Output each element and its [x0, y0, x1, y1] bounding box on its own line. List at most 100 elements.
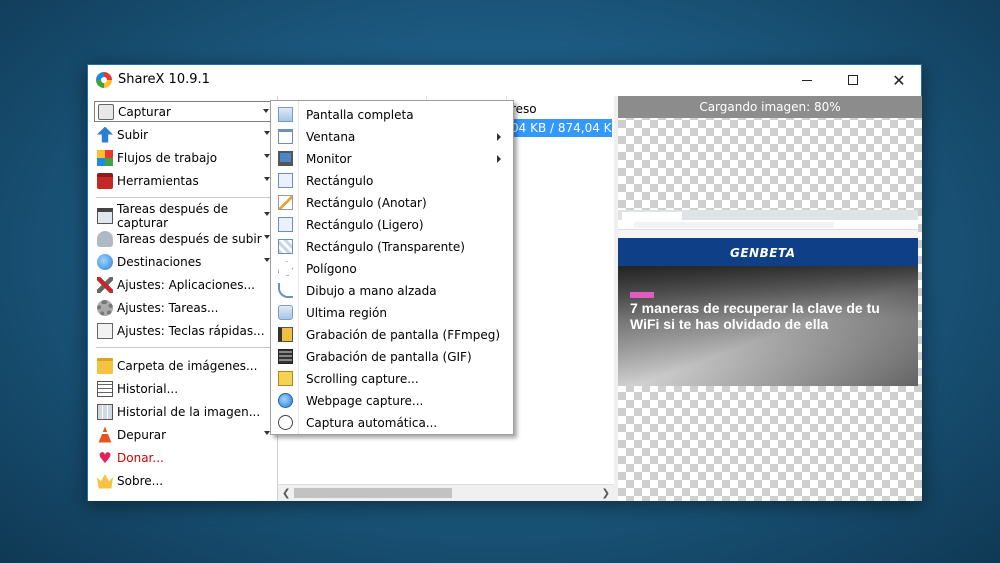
- submenu-item-mano-alzada[interactable]: Dibujo a mano alzada: [273, 280, 513, 302]
- after-capture-icon: [97, 207, 113, 224]
- column-header-progress[interactable]: reso: [511, 102, 537, 116]
- menu-item-depurar[interactable]: Depurar: [94, 424, 272, 445]
- crown-icon: [97, 474, 113, 489]
- site-logo: GENBETA: [730, 246, 796, 260]
- menu-item-sobre[interactable]: Sobre...: [94, 470, 272, 491]
- maximize-icon: [848, 75, 858, 85]
- menu-item-label: Ajustes: Tareas...: [117, 300, 219, 315]
- freehand-icon: [278, 283, 293, 298]
- submenu-item-label: Dibujo a mano alzada: [306, 284, 437, 298]
- main-menu: Capturar Subir Flujos de trabajo Herrami…: [88, 96, 278, 501]
- tools-settings-icon: [97, 276, 113, 293]
- submenu-item-rectangulo[interactable]: Rectángulo: [273, 170, 513, 192]
- menu-separator: [96, 347, 272, 348]
- upload-arrow-icon: [97, 126, 113, 143]
- fullscreen-icon: [278, 107, 293, 122]
- rectangle-transparent-icon: [278, 239, 293, 254]
- submenu-item-pantalla-completa[interactable]: Pantalla completa: [273, 104, 513, 126]
- submenu-item-ultima-region[interactable]: Ultima región: [273, 302, 513, 324]
- submenu-item-label: Ventana: [306, 130, 356, 144]
- submenu-arrow-icon: [497, 133, 501, 141]
- menu-item-tareas-subir[interactable]: Tareas después de subir: [94, 228, 272, 249]
- submenu-item-label: Rectángulo (Anotar): [306, 196, 427, 210]
- menu-item-capturar[interactable]: Capturar: [94, 101, 272, 122]
- rectangle-annotate-icon: [278, 195, 293, 210]
- folder-icon: [97, 357, 113, 374]
- submenu-item-rectangulo-anotar[interactable]: Rectángulo (Anotar): [273, 192, 513, 214]
- minimize-button[interactable]: [784, 65, 830, 95]
- submenu-item-ventana[interactable]: Ventana: [273, 126, 513, 148]
- screen-record-gif-icon: [278, 349, 293, 364]
- close-button[interactable]: ✕: [876, 65, 922, 95]
- menu-item-tareas-capturar[interactable]: Tareas después de capturar: [94, 202, 272, 230]
- menu-item-historial-imagen[interactable]: Historial de la imagen...: [94, 401, 272, 422]
- submenu-item-label: Rectángulo: [306, 174, 374, 188]
- submenu-item-label: Rectángulo (Ligero): [306, 218, 424, 232]
- submenu-item-grabacion-ffmpeg[interactable]: Grabación de pantalla (FFmpeg): [273, 324, 513, 346]
- capture-submenu: Pantalla completa Ventana Monitor Rectán…: [270, 100, 514, 435]
- browser-bookmarks-bar: [618, 230, 918, 238]
- heart-icon: ♥: [98, 448, 112, 467]
- menu-item-subir[interactable]: Subir: [94, 124, 272, 145]
- article-hero-image: 7 maneras de recuperar la clave de tu Wi…: [618, 266, 918, 386]
- url-field: [634, 222, 834, 228]
- submenu-arrow-icon: [263, 109, 269, 113]
- gear-icon: [97, 299, 113, 316]
- debug-cone-icon: [98, 426, 112, 443]
- maximize-button[interactable]: [830, 65, 876, 95]
- menu-item-label: Herramientas: [117, 173, 199, 188]
- loading-status: Cargando imagen: 80%: [618, 96, 922, 118]
- capture-icon: [98, 103, 114, 120]
- menu-item-label: Ajustes: Teclas rápidas...: [117, 323, 265, 338]
- horizontal-scrollbar[interactable]: ❮ ❯: [278, 484, 614, 501]
- submenu-item-label: Pantalla completa: [306, 108, 414, 122]
- cloud-upload-icon: [97, 230, 113, 247]
- preview-screenshot: GENBETA 7 maneras de recuperar la clave …: [618, 210, 918, 386]
- submenu-item-rectangulo-transparente[interactable]: Rectángulo (Transparente): [273, 236, 513, 258]
- browser-tab: [622, 212, 682, 220]
- menu-item-label: Historial...: [117, 381, 179, 396]
- submenu-item-label: Webpage capture...: [306, 394, 424, 408]
- category-tag: [630, 292, 654, 298]
- scroll-left-icon[interactable]: ❮: [282, 488, 290, 499]
- menu-item-donar[interactable]: ♥ Donar...: [94, 447, 272, 468]
- submenu-item-poligono[interactable]: Polígono: [273, 258, 513, 280]
- submenu-item-webpage[interactable]: Webpage capture...: [273, 390, 513, 412]
- scrollbar-thumb[interactable]: [294, 488, 452, 498]
- menu-item-destinaciones[interactable]: Destinaciones: [94, 251, 272, 272]
- keyboard-icon: [97, 322, 113, 339]
- submenu-item-monitor[interactable]: Monitor: [273, 148, 513, 170]
- menu-item-label: Subir: [117, 127, 149, 142]
- menu-item-ajustes-aplicaciones[interactable]: Ajustes: Aplicaciones...: [94, 274, 272, 295]
- menu-item-herramientas[interactable]: Herramientas: [94, 170, 272, 191]
- submenu-item-rectangulo-ligero[interactable]: Rectángulo (Ligero): [273, 214, 513, 236]
- submenu-item-label: Polígono: [306, 262, 357, 276]
- site-header: GENBETA: [618, 238, 918, 266]
- submenu-item-captura-automatica[interactable]: Captura automática...: [273, 412, 513, 434]
- browser-address-bar: [618, 220, 918, 230]
- rectangle-light-icon: [278, 217, 293, 232]
- window-icon: [278, 129, 293, 144]
- table-row[interactable]: 04 KB / 874,04 KB: [508, 119, 620, 137]
- webpage-globe-icon: [278, 393, 293, 408]
- submenu-item-label: Grabación de pantalla (FFmpeg): [306, 328, 501, 342]
- menu-item-ajustes-teclas[interactable]: Ajustes: Teclas rápidas...: [94, 320, 272, 341]
- submenu-item-grabacion-gif[interactable]: Grabación de pantalla (GIF): [273, 346, 513, 368]
- menu-item-label: Depurar: [117, 427, 167, 442]
- menu-item-label: Tareas después de capturar: [117, 201, 229, 230]
- sharex-logo-icon: [96, 72, 112, 88]
- submenu-item-label: Monitor: [306, 152, 352, 166]
- menu-item-historial[interactable]: Historial...: [94, 378, 272, 399]
- submenu-item-label: Captura automática...: [306, 416, 438, 430]
- globe-destinations-icon: [97, 253, 113, 270]
- menu-item-label: Tareas después de subir: [117, 231, 262, 246]
- menu-item-flujos[interactable]: Flujos de trabajo: [94, 147, 272, 168]
- submenu-item-scrolling[interactable]: Scrolling capture...: [273, 368, 513, 390]
- window-title: ShareX 10.9.1: [118, 72, 210, 87]
- scroll-right-icon[interactable]: ❯: [602, 488, 610, 499]
- title-bar[interactable]: ShareX 10.9.1 ✕: [88, 65, 921, 95]
- menu-item-carpeta[interactable]: Carpeta de imágenes...: [94, 355, 272, 376]
- toolbox-icon: [97, 172, 113, 189]
- menu-separator: [96, 197, 272, 198]
- menu-item-ajustes-tareas[interactable]: Ajustes: Tareas...: [94, 297, 272, 318]
